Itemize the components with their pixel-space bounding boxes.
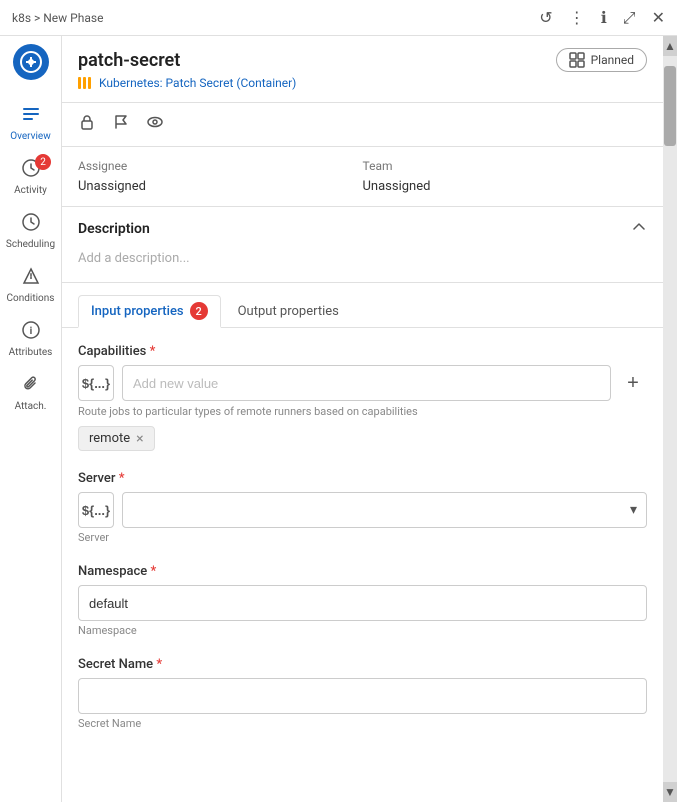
- capabilities-field: Capabilities * ${...} + Route jobs to pa…: [78, 344, 647, 451]
- secret-name-input[interactable]: [78, 678, 647, 714]
- sidebar-item-scheduling[interactable]: Scheduling: [0, 204, 61, 258]
- assignee-team-row: Assignee Unassigned Team Unassigned: [62, 147, 663, 207]
- capabilities-label: Capabilities *: [78, 344, 647, 359]
- activity-badge: 2: [35, 154, 51, 170]
- team-label: Team: [363, 159, 648, 173]
- scroll-up-arrow[interactable]: ▲: [663, 36, 677, 56]
- sidebar-item-conditions[interactable]: Conditions: [0, 258, 61, 312]
- capabilities-tag-remote: remote ×: [78, 426, 155, 451]
- assignee-label: Assignee: [78, 159, 363, 173]
- server-field: Server * ${...} ▾ Server: [78, 471, 647, 544]
- secret-name-hint: Secret Name: [78, 717, 647, 730]
- description-title: Description: [78, 221, 150, 237]
- page-header: patch-secret Planned: [62, 36, 663, 103]
- app-layout: Overview 2 Activity Scheduling: [0, 36, 677, 802]
- breadcrumb: k8s > New Phase: [12, 11, 103, 25]
- capabilities-input-row: ${...} +: [78, 365, 647, 401]
- server-select[interactable]: [122, 492, 647, 528]
- server-input-row: ${...} ▾: [78, 492, 647, 528]
- capabilities-var-button[interactable]: ${...}: [78, 365, 114, 401]
- expand-icon[interactable]: ⤢: [623, 8, 636, 28]
- team-field: Team Unassigned: [363, 159, 648, 194]
- description-collapse-icon[interactable]: [631, 219, 647, 239]
- sidebar-item-attributes[interactable]: i Attributes: [0, 312, 61, 366]
- namespace-label: Namespace *: [78, 564, 647, 579]
- server-select-wrapper: ▾: [122, 492, 647, 528]
- scheduling-icon: [21, 212, 41, 237]
- page-title-row: patch-secret Planned: [78, 48, 647, 72]
- namespace-hint: Namespace: [78, 624, 647, 637]
- more-icon[interactable]: ⋮: [569, 8, 585, 27]
- tab-output-properties[interactable]: Output properties: [225, 297, 352, 325]
- tab-input-badge: 2: [190, 302, 208, 320]
- content-area: patch-secret Planned: [62, 36, 663, 802]
- description-section: Description Add a description...: [62, 207, 663, 283]
- lock-icon[interactable]: [78, 113, 96, 136]
- svg-text:i: i: [29, 326, 32, 337]
- page-subtitle: Kubernetes: Patch Secret (Container): [78, 76, 647, 90]
- capabilities-add-button[interactable]: +: [619, 369, 647, 397]
- close-icon[interactable]: ✕: [652, 8, 665, 27]
- refresh-icon[interactable]: ↺: [539, 8, 552, 27]
- team-value[interactable]: Unassigned: [363, 179, 648, 194]
- secret-name-label: Secret Name *: [78, 657, 647, 672]
- status-label: Planned: [591, 53, 634, 67]
- overview-icon: [21, 104, 41, 129]
- assignee-field: Assignee Unassigned: [78, 159, 363, 194]
- tag-remove-button[interactable]: ×: [136, 432, 143, 446]
- sidebar-item-conditions-label: Conditions: [7, 293, 55, 304]
- flag-icon[interactable]: [112, 113, 130, 136]
- status-badge[interactable]: Planned: [556, 48, 647, 72]
- server-hint: Server: [78, 531, 647, 544]
- capabilities-input[interactable]: [122, 365, 611, 401]
- tag-value: remote: [89, 431, 130, 446]
- scroll-down-arrow[interactable]: ▼: [663, 782, 677, 802]
- sidebar-item-activity-label: Activity: [14, 185, 47, 196]
- server-label: Server *: [78, 471, 647, 486]
- sidebar-item-scheduling-label: Scheduling: [6, 239, 55, 250]
- tab-input-label: Input properties: [91, 304, 184, 319]
- info-icon[interactable]: ℹ: [601, 8, 607, 27]
- action-icons-bar: [62, 103, 663, 147]
- app-logo: [13, 44, 49, 80]
- capabilities-help-text: Route jobs to particular types of remote…: [78, 405, 647, 418]
- outer-scrollbar: ▲ ▼: [663, 36, 677, 802]
- capabilities-tag-list: remote ×: [78, 426, 647, 451]
- tab-output-label: Output properties: [238, 304, 339, 319]
- tab-input-properties[interactable]: Input properties 2: [78, 295, 221, 328]
- sidebar-item-attach-label: Attach.: [15, 401, 47, 412]
- status-badge-icon: [569, 52, 585, 68]
- namespace-field: Namespace * Namespace: [78, 564, 647, 637]
- main-content: Input properties 2 Output properties Cap…: [62, 283, 663, 802]
- sidebar-item-attributes-label: Attributes: [9, 347, 53, 358]
- scroll-thumb[interactable]: [664, 66, 676, 146]
- scroll-track: [663, 56, 677, 782]
- conditions-icon: [21, 266, 41, 291]
- sidebar-item-attach[interactable]: Attach.: [0, 366, 61, 420]
- attributes-icon: i: [21, 320, 41, 345]
- namespace-input[interactable]: [78, 585, 647, 621]
- title-bar: k8s > New Phase ↺ ⋮ ℹ ⤢ ✕: [0, 0, 677, 36]
- eye-icon[interactable]: [146, 113, 164, 136]
- attach-icon: [21, 374, 41, 399]
- sidebar-item-activity[interactable]: 2 Activity: [0, 150, 61, 204]
- title-bar-actions: ↺ ⋮ ℹ ⤢ ✕: [539, 8, 665, 28]
- sidebar-item-overview[interactable]: Overview: [0, 96, 61, 150]
- properties-tabs: Input properties 2 Output properties: [62, 283, 663, 328]
- sidebar-item-overview-label: Overview: [10, 131, 51, 142]
- assignee-value[interactable]: Unassigned: [78, 179, 363, 194]
- properties-form: Capabilities * ${...} + Route jobs to pa…: [62, 328, 663, 766]
- description-header: Description: [78, 219, 647, 239]
- page-title: patch-secret: [78, 50, 180, 71]
- description-placeholder[interactable]: Add a description...: [78, 247, 647, 270]
- secret-name-field: Secret Name * Secret Name: [78, 657, 647, 730]
- server-var-button[interactable]: ${...}: [78, 492, 114, 528]
- sidebar: Overview 2 Activity Scheduling: [0, 36, 62, 802]
